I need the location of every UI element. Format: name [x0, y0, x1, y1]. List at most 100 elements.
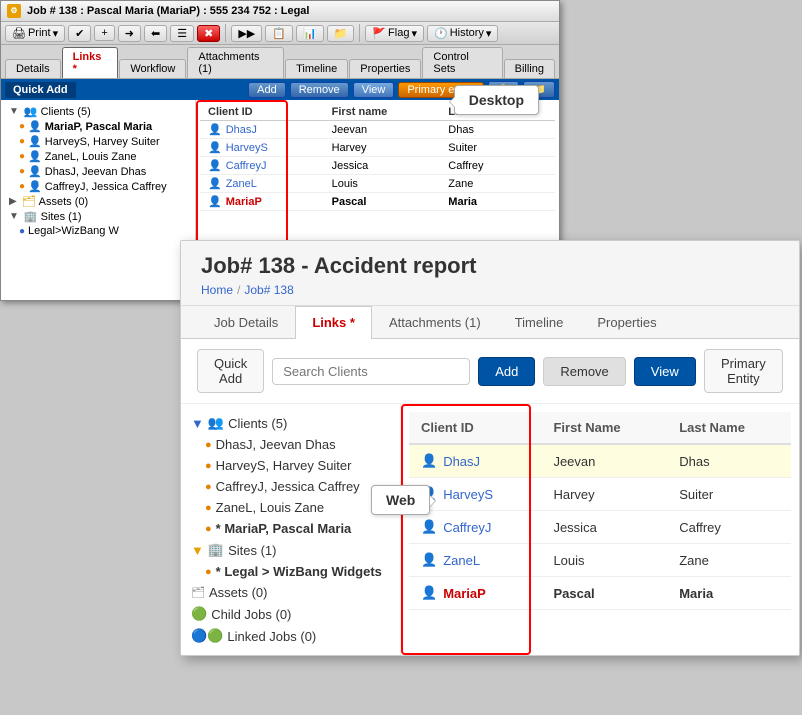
- breadcrumb: Home / Job# 138: [201, 283, 779, 297]
- dropdown-arrow: ▾: [53, 27, 59, 40]
- printer-icon: 🖨: [12, 27, 26, 40]
- add-button[interactable]: +: [94, 25, 114, 41]
- list-button[interactable]: ☰: [170, 25, 194, 42]
- person-icon-harveys: 👤: [28, 135, 42, 148]
- back-button[interactable]: ⬅: [144, 25, 167, 42]
- person-icon-mariap: 👤: [28, 120, 42, 133]
- web-add-button[interactable]: Add: [478, 357, 535, 386]
- print-button[interactable]: 🖨 Print ▾: [5, 25, 65, 42]
- col-first-name: First name: [324, 104, 441, 121]
- web-window: Job# 138 - Accident report Home / Job# 1…: [180, 240, 800, 656]
- breadcrumb-job[interactable]: Job# 138: [244, 283, 293, 297]
- assets-expand-icon: ▶: [9, 196, 17, 207]
- tool1-button[interactable]: ▶▶: [231, 25, 262, 42]
- toolbar-separator: [225, 24, 226, 42]
- web-tree-clients-header[interactable]: ▼ 👥 Clients (5): [185, 412, 396, 434]
- person-icon-caffreyj: 👤: [28, 180, 42, 193]
- user-icon-dhasj: 👤: [208, 123, 222, 136]
- desktop-tree-assets[interactable]: ▶ 🗂 Assets (0): [1, 194, 195, 209]
- tool2-button[interactable]: 📋: [265, 25, 293, 42]
- desktop-client-mariap[interactable]: ● 👤 MariaP, Pascal Maria: [1, 119, 195, 134]
- web-content: ▼ 👥 Clients (5) ● DhasJ, Jeevan Dhas ● H…: [181, 404, 799, 655]
- web-quick-add-button[interactable]: Quick Add: [197, 349, 264, 393]
- desktop-client-dhasj[interactable]: ● 👤 DhasJ, Jeevan Dhas: [1, 164, 195, 179]
- check-button[interactable]: ✔: [68, 25, 91, 42]
- desktop-view-button[interactable]: View: [353, 82, 395, 98]
- desktop-title-bar: ⚙ Job # 138 : Pascal Maria (MariaP) : 55…: [1, 1, 559, 22]
- web-client-dhasj[interactable]: ● DhasJ, Jeevan Dhas: [185, 434, 396, 455]
- tab-details[interactable]: Details: [5, 59, 61, 78]
- web-action-bar: Quick Add Add Remove View Primary Entity: [181, 339, 799, 404]
- user-icon-mariap: 👤: [208, 195, 222, 208]
- desktop-tree-sites[interactable]: ▼ 🏢 Sites (1): [1, 209, 195, 224]
- web-table-row-zanel[interactable]: 👤ZaneL Louis Zane: [409, 544, 791, 577]
- desktop-add-button[interactable]: Add: [248, 82, 286, 98]
- web-tree-assets[interactable]: 🗂 Assets (0): [185, 582, 396, 603]
- desktop-tree-clients-header[interactable]: ▼ 👥 Clients (5): [1, 104, 195, 119]
- tab-control-sets[interactable]: Control Sets: [422, 47, 502, 78]
- web-table-row-dhasj[interactable]: 👤DhasJ Jeevan Dhas: [409, 444, 791, 478]
- desktop-client-caffreyj[interactable]: ● 👤 CaffreyJ, Jessica Caffrey: [1, 179, 195, 194]
- web-remove-button[interactable]: Remove: [543, 357, 625, 386]
- web-search-input[interactable]: [272, 358, 470, 385]
- client-name-mariap: MariaP, Pascal Maria: [45, 121, 152, 133]
- web-table-row-caffreyj[interactable]: 👤CaffreyJ Jessica Caffrey: [409, 511, 791, 544]
- desktop-client-harveys[interactable]: ● 👤 HarveyS, Harvey Suiter: [1, 134, 195, 149]
- table-row[interactable]: 👤ZaneL Louis Zane: [200, 175, 555, 193]
- desktop-client-zanel[interactable]: ● 👤 ZaneL, Louis Zane: [1, 149, 195, 164]
- site-name: Legal>WizBang W: [28, 225, 119, 237]
- web-client-harveys[interactable]: ● HarveyS, Harvey Suiter: [185, 455, 396, 476]
- web-primary-entity-button[interactable]: Primary Entity: [704, 349, 783, 393]
- web-tab-properties[interactable]: Properties: [580, 306, 673, 338]
- toolbar-separator2: [359, 24, 360, 42]
- web-sites-count: Sites (1): [228, 543, 276, 558]
- tool4-button[interactable]: 📁: [327, 25, 355, 42]
- history-icon: 🕐: [434, 27, 448, 40]
- web-client-mariap[interactable]: ● * MariaP, Pascal Maria: [185, 518, 396, 539]
- assets-icon: 🗂: [22, 195, 36, 208]
- web-client-zanel[interactable]: ● ZaneL, Louis Zane: [185, 497, 396, 518]
- desktop-remove-button[interactable]: Remove: [290, 82, 349, 98]
- web-tree-child-jobs[interactable]: 🟢 Child Jobs (0): [185, 603, 396, 625]
- breadcrumb-home[interactable]: Home: [201, 283, 233, 297]
- web-tree-linked-jobs[interactable]: 🔵🟢 Linked Jobs (0): [185, 625, 396, 647]
- tab-billing[interactable]: Billing: [504, 59, 555, 78]
- user-icon-harveys: 👤: [208, 141, 222, 154]
- web-tab-job-details[interactable]: Job Details: [197, 306, 295, 338]
- table-row[interactable]: 👤HarveyS Harvey Suiter: [200, 139, 555, 157]
- sites-expand-icon: ▼: [9, 211, 19, 222]
- app-icon: ⚙: [7, 4, 21, 18]
- web-tab-links[interactable]: Links *: [295, 306, 372, 339]
- bullet-icon-harveys: ●: [19, 136, 25, 147]
- cancel-button[interactable]: ✖: [197, 25, 220, 42]
- web-table-row-mariap[interactable]: 👤MariaP Pascal Maria: [409, 577, 791, 610]
- table-row[interactable]: 👤DhasJ Jeevan Dhas: [200, 121, 555, 139]
- user-icon-zanel: 👤: [208, 177, 222, 190]
- history-button[interactable]: 🕐 History ▾: [427, 25, 498, 42]
- web-tree-sites-header[interactable]: ▼ 🏢 Sites (1): [185, 539, 396, 561]
- table-row-primary[interactable]: 👤MariaP Pascal Maria: [200, 193, 555, 211]
- web-tabs: Job Details Links * Attachments (1) Time…: [181, 306, 799, 339]
- web-client-caffreyj[interactable]: ● CaffreyJ, Jessica Caffrey: [185, 476, 396, 497]
- flag-button[interactable]: 🚩 Flag ▾: [365, 25, 424, 42]
- tab-workflow[interactable]: Workflow: [119, 59, 186, 78]
- web-view-button[interactable]: View: [634, 357, 696, 386]
- web-sites-icon: 🏢: [208, 542, 224, 558]
- quick-add-label[interactable]: Quick Add: [5, 82, 76, 98]
- web-table-panel: Client ID First Name Last Name 👤DhasJ Je…: [401, 404, 799, 655]
- tab-timeline[interactable]: Timeline: [285, 59, 348, 78]
- web-tab-timeline[interactable]: Timeline: [498, 306, 581, 338]
- web-client-name-mariap: * MariaP, Pascal Maria: [216, 521, 352, 536]
- tool3-button[interactable]: 📊: [296, 25, 324, 42]
- expand-icon: ▼: [9, 106, 19, 117]
- desktop-site-legal[interactable]: ● Legal>WizBang W: [1, 224, 195, 238]
- desktop-toolbar: 🖨 Print ▾ ✔ + ➜ ⬅ ☰ ✖ ▶▶ 📋 📊 📁 🚩 Flag ▾ …: [1, 22, 559, 45]
- tab-links[interactable]: Links *: [62, 47, 119, 78]
- table-row[interactable]: 👤CaffreyJ Jessica Caffrey: [200, 157, 555, 175]
- tab-attachments[interactable]: Attachments (1): [187, 47, 284, 78]
- web-table-row-harveys[interactable]: 👤HarveyS Harvey Suiter: [409, 478, 791, 511]
- forward-button[interactable]: ➜: [118, 25, 141, 42]
- tab-properties[interactable]: Properties: [349, 59, 421, 78]
- web-site-legal[interactable]: ● * Legal > WizBang Widgets: [185, 561, 396, 582]
- web-tab-attachments[interactable]: Attachments (1): [372, 306, 498, 338]
